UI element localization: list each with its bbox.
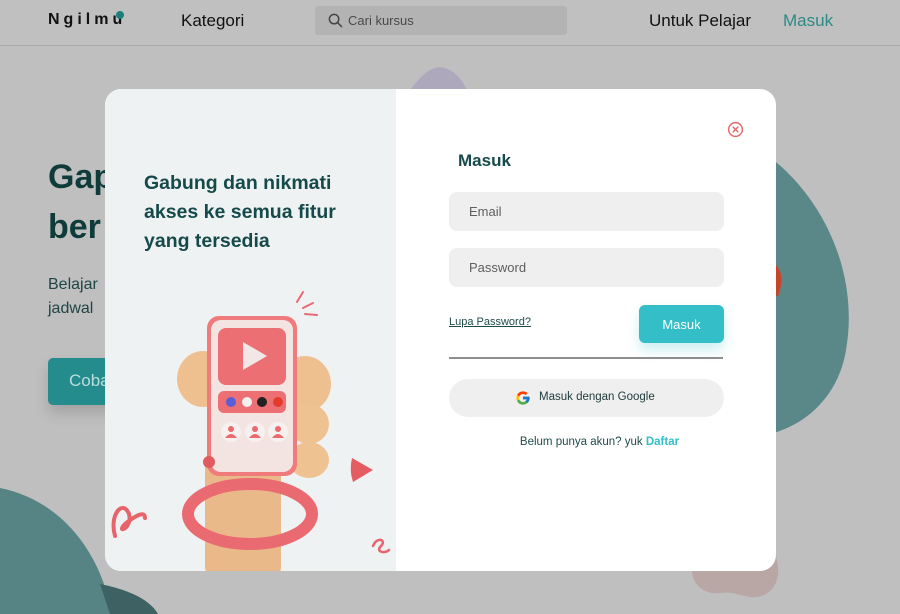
phone-in-hand-illustration xyxy=(111,291,391,571)
google-login-button[interactable]: Masuk dengan Google xyxy=(449,379,724,417)
close-icon[interactable] xyxy=(727,121,744,138)
background-blob-right xyxy=(760,150,849,436)
signup-prompt-text: Belum punya akun? yuk xyxy=(519,436,643,448)
search-icon xyxy=(328,13,343,28)
hero-subtitle-line-2: jadwal xyxy=(48,300,94,317)
hero-subtitle: Belajar jadwal xyxy=(48,273,98,321)
login-form-panel: Masuk Lupa Password? Masuk Masuk dengan … xyxy=(396,89,776,571)
hero-subtitle-line-1: Belajar xyxy=(48,276,98,293)
divider xyxy=(449,357,723,359)
logo-dot-icon xyxy=(116,11,124,19)
navbar: Ngilmu Kategori Cari kursus Untuk Pelaja… xyxy=(0,0,900,46)
modal-promo-panel: Gabung dan nikmati akses ke semua fitur … xyxy=(105,89,396,571)
signup-prompt: Belum punya akun? yuk Daftar xyxy=(396,436,776,448)
google-login-label: Masuk dengan Google xyxy=(539,391,655,403)
search-placeholder: Cari kursus xyxy=(348,13,414,28)
login-submit-button[interactable]: Masuk xyxy=(639,305,724,343)
nav-untuk-pelajar[interactable]: Untuk Pelajar xyxy=(649,11,751,31)
google-icon xyxy=(516,391,530,405)
login-modal: Gabung dan nikmati akses ke semua fitur … xyxy=(105,89,776,571)
nav-kategori[interactable]: Kategori xyxy=(181,11,244,31)
form-title: Masuk xyxy=(458,151,511,170)
password-field[interactable] xyxy=(449,248,724,287)
promo-title: Gabung dan nikmati akses ke semua fitur … xyxy=(144,172,336,252)
background-blob-top xyxy=(410,67,467,90)
email-field[interactable] xyxy=(449,192,724,231)
forgot-password-link[interactable]: Lupa Password? xyxy=(449,316,531,328)
signup-link[interactable]: Daftar xyxy=(646,436,679,448)
search-input[interactable]: Cari kursus xyxy=(315,6,567,35)
nav-masuk[interactable]: Masuk xyxy=(783,11,833,31)
logo[interactable]: Ngilmu xyxy=(48,11,126,29)
